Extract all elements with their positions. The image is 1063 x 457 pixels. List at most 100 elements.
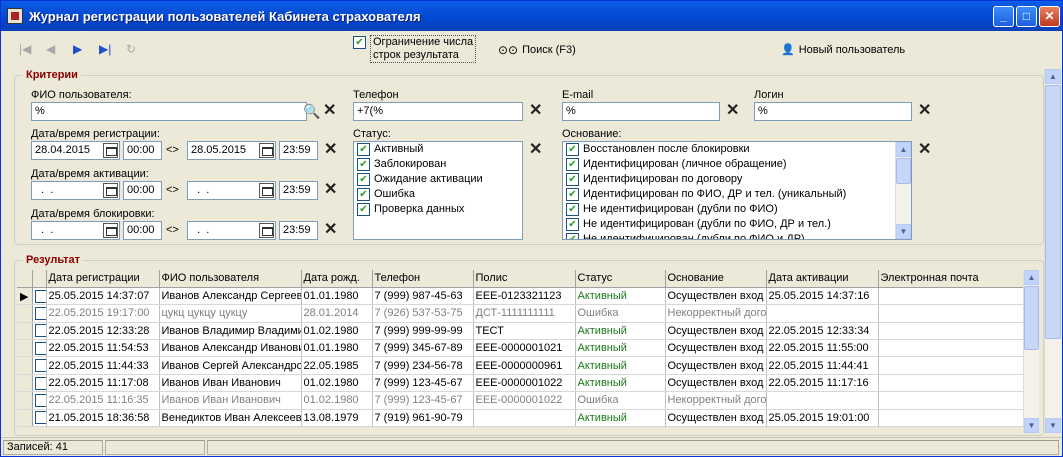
block-clear-icon[interactable]: ✕ — [324, 222, 337, 238]
column-header[interactable]: Электронная почта — [878, 270, 1024, 288]
scroll-thumb[interactable] — [896, 158, 911, 184]
first-record-icon[interactable]: |◀ — [19, 42, 31, 56]
basis-item[interactable]: Восстановлен после блокировки — [563, 142, 911, 157]
table-row[interactable]: 22.05.2015 11:16:35 Иванов Иван Иванович 0… — [17, 391, 1024, 410]
table-row[interactable]: 22.05.2015 19:17:00 цукц цукцу цукцу 28.01… — [17, 304, 1024, 323]
row-select[interactable] — [32, 339, 47, 358]
reg-from-date[interactable]: 28.04.2015 — [31, 141, 120, 160]
table-row[interactable]: ▶ 25.05.2015 14:37:07 Иванов Александр Се… — [17, 287, 1024, 306]
fio-input[interactable]: % — [31, 102, 307, 121]
maximize-button[interactable]: □ — [1016, 6, 1037, 27]
table-row[interactable]: 22.05.2015 11:44:33 Иванов Сергей Алексан… — [17, 356, 1024, 375]
reg-to-date[interactable]: 28.05.2015 — [187, 141, 276, 160]
column-header[interactable]: Полис — [473, 270, 576, 288]
basis-item[interactable]: Не идентифицирован (дубли по ФИО и ДР) — [563, 232, 911, 239]
calendar-icon[interactable] — [259, 183, 274, 198]
block-to-date[interactable]: . . — [187, 221, 276, 240]
column-header[interactable]: Дата рожд. — [301, 270, 373, 288]
reg-to-time[interactable]: 23:59 — [279, 141, 318, 160]
column-header[interactable]: Телефон — [372, 270, 474, 288]
row-checkbox[interactable] — [34, 289, 45, 303]
status-checkbox[interactable] — [357, 188, 370, 201]
basis-checkbox[interactable] — [566, 158, 579, 171]
basis-item[interactable]: Не идентифицирован (дубли по ФИО) — [563, 202, 911, 217]
row-select[interactable] — [32, 409, 47, 428]
email-clear-icon[interactable]: ✕ — [726, 103, 739, 119]
basis-clear-icon[interactable]: ✕ — [918, 142, 931, 158]
status-item[interactable]: Проверка данных — [354, 202, 522, 217]
refresh-icon[interactable]: ↻ — [126, 42, 136, 56]
status-checkbox[interactable] — [357, 143, 370, 156]
row-select[interactable] — [32, 356, 47, 375]
row-checkbox[interactable] — [34, 341, 45, 355]
basis-scrollbar[interactable]: ▲ ▼ — [895, 142, 911, 239]
status-list[interactable]: Активный Заблокирован Ожидание активации… — [353, 141, 523, 240]
row-checkbox[interactable] — [34, 376, 45, 390]
close-button[interactable]: ✕ — [1039, 6, 1060, 27]
basis-checkbox[interactable] — [566, 233, 579, 239]
reg-from-time[interactable]: 00:00 — [123, 141, 162, 160]
scroll-up-icon[interactable]: ▲ — [1045, 69, 1061, 84]
table-row[interactable]: 22.05.2015 12:33:28 Иванов Владимир Влади… — [17, 322, 1024, 341]
scroll-down-icon[interactable]: ▼ — [896, 224, 911, 239]
act-from-date[interactable]: . . — [31, 181, 120, 200]
reg-clear-icon[interactable]: ✕ — [324, 142, 337, 158]
column-header[interactable]: Дата регистрации — [46, 270, 160, 288]
basis-checkbox[interactable] — [566, 143, 579, 156]
scroll-up-icon[interactable]: ▲ — [896, 142, 911, 157]
basis-checkbox[interactable] — [566, 173, 579, 186]
status-item[interactable]: Активный — [354, 142, 522, 157]
block-to-time[interactable]: 23:59 — [279, 221, 318, 240]
login-input[interactable]: % — [754, 102, 912, 121]
calendar-icon[interactable] — [259, 223, 274, 238]
magnifier-icon[interactable]: 🔍 — [303, 103, 320, 119]
row-checkbox[interactable] — [34, 411, 45, 425]
row-checkbox[interactable] — [34, 324, 45, 338]
scroll-up-icon[interactable]: ▲ — [1024, 270, 1039, 285]
next-record-icon[interactable]: ▶ — [73, 42, 82, 56]
fio-clear-icon[interactable]: ✕ — [323, 103, 336, 119]
login-clear-icon[interactable]: ✕ — [918, 103, 931, 119]
calendar-icon[interactable] — [103, 223, 118, 238]
row-select[interactable] — [32, 374, 47, 393]
scroll-thumb[interactable] — [1024, 286, 1039, 350]
scroll-down-icon[interactable]: ▼ — [1024, 418, 1039, 433]
row-select[interactable] — [32, 322, 47, 341]
basis-checkbox[interactable] — [566, 203, 579, 216]
column-header[interactable]: ФИО пользователя — [159, 270, 302, 288]
column-header[interactable]: Статус — [575, 270, 666, 288]
basis-checkbox[interactable] — [566, 188, 579, 201]
basis-list[interactable]: Восстановлен после блокировки Идентифици… — [562, 141, 912, 240]
basis-item[interactable]: Не идентифицирован (дубли по ФИО, ДР и т… — [563, 217, 911, 232]
status-clear-icon[interactable]: ✕ — [529, 142, 542, 158]
column-header[interactable]: Основание — [665, 270, 767, 288]
basis-item[interactable]: Идентифицирован по ФИО, ДР и тел. (уника… — [563, 187, 911, 202]
table-row[interactable]: 21.05.2015 18:36:58 Венедиктов Иван Алекс… — [17, 409, 1024, 428]
status-checkbox[interactable] — [357, 203, 370, 216]
table-row[interactable]: 22.05.2015 11:17:08 Иванов Иван Иванович 0… — [17, 374, 1024, 393]
status-item[interactable]: Ошибка — [354, 187, 522, 202]
grid-scrollbar[interactable]: ▲ ▼ — [1023, 270, 1039, 433]
phone-clear-icon[interactable]: ✕ — [529, 103, 542, 119]
app-icon[interactable] — [7, 8, 23, 24]
act-to-date[interactable]: . . — [187, 181, 276, 200]
act-from-time[interactable]: 00:00 — [123, 181, 162, 200]
row-checkbox[interactable] — [34, 393, 45, 407]
act-to-time[interactable]: 23:59 — [279, 181, 318, 200]
limit-rows-checkbox[interactable] — [353, 36, 366, 49]
main-scrollbar[interactable]: ▲ ▼ — [1044, 69, 1061, 433]
calendar-icon[interactable] — [103, 183, 118, 198]
row-select[interactable] — [32, 304, 47, 323]
basis-checkbox[interactable] — [566, 218, 579, 231]
column-header[interactable]: Дата активации — [766, 270, 879, 288]
minimize-button[interactable]: _ — [993, 6, 1014, 27]
calendar-icon[interactable] — [103, 143, 118, 158]
email-input[interactable]: % — [562, 102, 720, 121]
status-checkbox[interactable] — [357, 158, 370, 171]
scroll-thumb[interactable] — [1045, 85, 1061, 339]
row-checkbox[interactable] — [34, 306, 45, 320]
new-user-button[interactable]: 👤 Новый пользователь — [781, 43, 905, 57]
phone-input[interactable]: +7(% — [353, 102, 523, 121]
row-select[interactable] — [32, 391, 47, 410]
status-item[interactable]: Ожидание активации — [354, 172, 522, 187]
